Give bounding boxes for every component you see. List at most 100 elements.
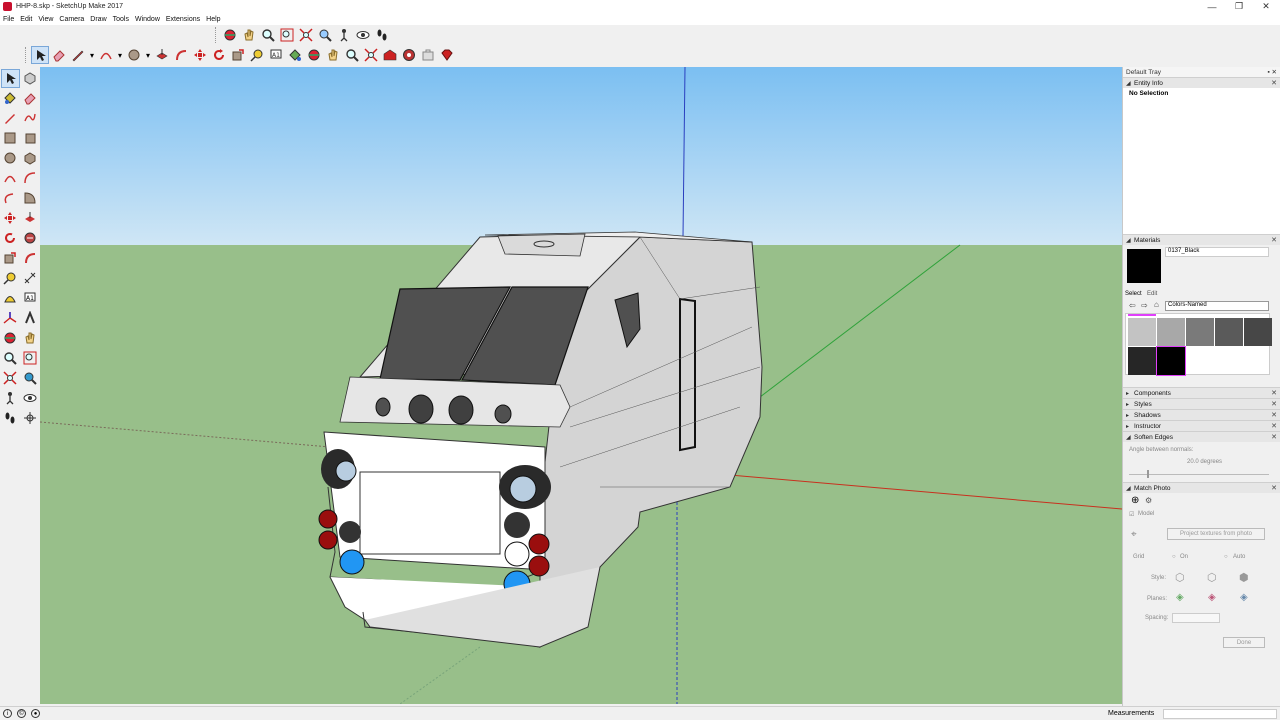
zoom-tool-button[interactable] — [1, 349, 20, 368]
arc-tool-button[interactable] — [97, 46, 115, 64]
share-model-button[interactable] — [419, 46, 437, 64]
push-pull-button[interactable] — [153, 46, 171, 64]
toolbar-grip[interactable] — [215, 27, 219, 43]
eraser-tool-button[interactable] — [50, 46, 68, 64]
collection-select[interactable]: Colors-Named — [1165, 301, 1269, 311]
arc-dropdown[interactable]: ▾ — [116, 46, 124, 64]
credits-icon[interactable]: © — [17, 709, 26, 718]
menu-window[interactable]: Window — [135, 16, 160, 23]
line-dropdown[interactable]: ▾ — [88, 46, 96, 64]
push-pull-button[interactable] — [21, 209, 40, 228]
close-panel-icon[interactable]: ✕ — [1271, 400, 1277, 408]
close-panel-icon[interactable]: ✕ — [1271, 79, 1277, 87]
close-panel-icon[interactable]: ✕ — [1271, 422, 1277, 430]
styles-header[interactable]: ▸ Styles ✕ — [1123, 398, 1280, 409]
offset-button[interactable] — [21, 249, 40, 268]
zoom-tool-button[interactable] — [259, 26, 277, 44]
menu-camera[interactable]: Camera — [59, 16, 84, 23]
toolbar-grip[interactable] — [25, 47, 29, 63]
orbit-tool-button[interactable] — [221, 26, 239, 44]
axes-button[interactable] — [1, 309, 20, 328]
components-header[interactable]: ▸ Components ✕ — [1123, 387, 1280, 398]
rotate-button[interactable] — [1, 229, 20, 248]
model-canvas[interactable] — [40, 67, 1122, 704]
shapes-tool-button[interactable] — [125, 46, 143, 64]
orbit-tool-button[interactable] — [1, 329, 20, 348]
user-account-icon[interactable]: ● — [31, 709, 40, 718]
freehand-tool-button[interactable] — [21, 109, 40, 128]
circle-tool-button[interactable] — [1, 149, 20, 168]
menu-tools[interactable]: Tools — [113, 16, 129, 23]
crosshair-icon[interactable]: ⌖ — [1131, 529, 1137, 540]
grid-on-radio[interactable]: ○ — [1172, 554, 1176, 560]
scale-button[interactable] — [229, 46, 247, 64]
match-photo-header[interactable]: ◢ Match Photo ✕ — [1123, 482, 1280, 493]
material-swatch[interactable] — [1244, 318, 1272, 346]
select-tool-button[interactable] — [1, 68, 20, 88]
tape-measure-button[interactable] — [1, 269, 20, 288]
tab-select[interactable]: Select — [1125, 291, 1142, 297]
current-material-swatch[interactable] — [1127, 249, 1161, 283]
3d-text-button[interactable] — [21, 309, 40, 328]
zoom-window-button[interactable] — [278, 26, 296, 44]
move-button[interactable] — [1, 209, 20, 228]
text-tool-button[interactable]: A1 — [21, 289, 40, 308]
paint-bucket-button[interactable] — [286, 46, 304, 64]
menu-view[interactable]: View — [38, 16, 53, 23]
grid-auto-radio[interactable]: ○ — [1224, 554, 1228, 560]
select-tool-button[interactable] — [31, 46, 49, 64]
pan-tool-button[interactable] — [240, 26, 258, 44]
close-panel-icon[interactable]: ✕ — [1271, 389, 1277, 397]
extension-warehouse-button[interactable] — [400, 46, 418, 64]
position-camera-button[interactable] — [1, 389, 20, 408]
shadows-header[interactable]: ▸ Shadows ✕ — [1123, 409, 1280, 420]
3d-warehouse-button[interactable] — [381, 46, 399, 64]
material-swatch[interactable] — [1186, 318, 1214, 346]
zoom-extents-button[interactable] — [297, 26, 315, 44]
pie-tool-button[interactable] — [21, 189, 40, 208]
position-camera-button[interactable] — [335, 26, 353, 44]
style-outside-icon[interactable]: ⬡ — [1207, 571, 1217, 584]
rectangle-tool-button[interactable] — [1, 129, 20, 148]
plane-red-blue-icon[interactable]: ◈ — [1208, 592, 1216, 603]
material-swatch[interactable] — [1128, 318, 1156, 346]
zoom-button-2[interactable] — [343, 46, 361, 64]
close-panel-icon[interactable]: ✕ — [1271, 411, 1277, 419]
soften-edges-header[interactable]: ◢ Soften Edges ✕ — [1123, 431, 1280, 442]
done-button[interactable]: Done — [1223, 637, 1265, 648]
menu-extensions[interactable]: Extensions — [166, 16, 200, 23]
pan-tool-button[interactable] — [21, 329, 40, 348]
home-icon[interactable]: ⌂ — [1154, 300, 1159, 309]
zoom-extents-button-2[interactable] — [362, 46, 380, 64]
tape-measure-button[interactable] — [248, 46, 266, 64]
look-around-button[interactable] — [21, 389, 40, 408]
spacing-input[interactable] — [1172, 613, 1220, 623]
polygon-tool-button[interactable] — [21, 149, 40, 168]
model-viewport[interactable] — [40, 67, 1122, 704]
two-point-arc-button[interactable] — [21, 169, 40, 188]
plane-green-blue-icon[interactable]: ◈ — [1240, 592, 1248, 603]
minimize-button[interactable]: — — [1198, 0, 1226, 13]
geo-location-icon[interactable]: i — [3, 709, 12, 718]
pan-button-2[interactable] — [324, 46, 342, 64]
style-above-icon[interactable]: ⬢ — [1239, 571, 1249, 584]
restore-button[interactable]: ❐ — [1225, 0, 1253, 13]
rotate-button[interactable] — [210, 46, 228, 64]
look-around-button[interactable] — [354, 26, 372, 44]
material-swatch[interactable] — [1157, 318, 1185, 346]
close-panel-icon[interactable]: ✕ — [1271, 484, 1277, 492]
offset-button[interactable] — [172, 46, 190, 64]
dimension-button[interactable] — [21, 269, 40, 288]
add-photo-icon[interactable]: ⊕ — [1131, 495, 1139, 506]
plane-red-green-icon[interactable]: ◈ — [1176, 592, 1184, 603]
paint-bucket-button[interactable] — [1, 89, 20, 108]
angle-slider-thumb[interactable] — [1147, 470, 1149, 478]
menu-draw[interactable]: Draw — [90, 16, 106, 23]
tray-pin-icon[interactable]: ▪ ✕ — [1267, 68, 1277, 76]
close-panel-icon[interactable]: ✕ — [1271, 433, 1277, 441]
close-panel-icon[interactable]: ✕ — [1271, 236, 1277, 244]
forward-arrow-icon[interactable]: ⇨ — [1141, 301, 1148, 310]
previous-view-button[interactable] — [316, 26, 334, 44]
measurements-input[interactable] — [1163, 709, 1277, 719]
close-button[interactable]: ✕ — [1252, 0, 1280, 13]
